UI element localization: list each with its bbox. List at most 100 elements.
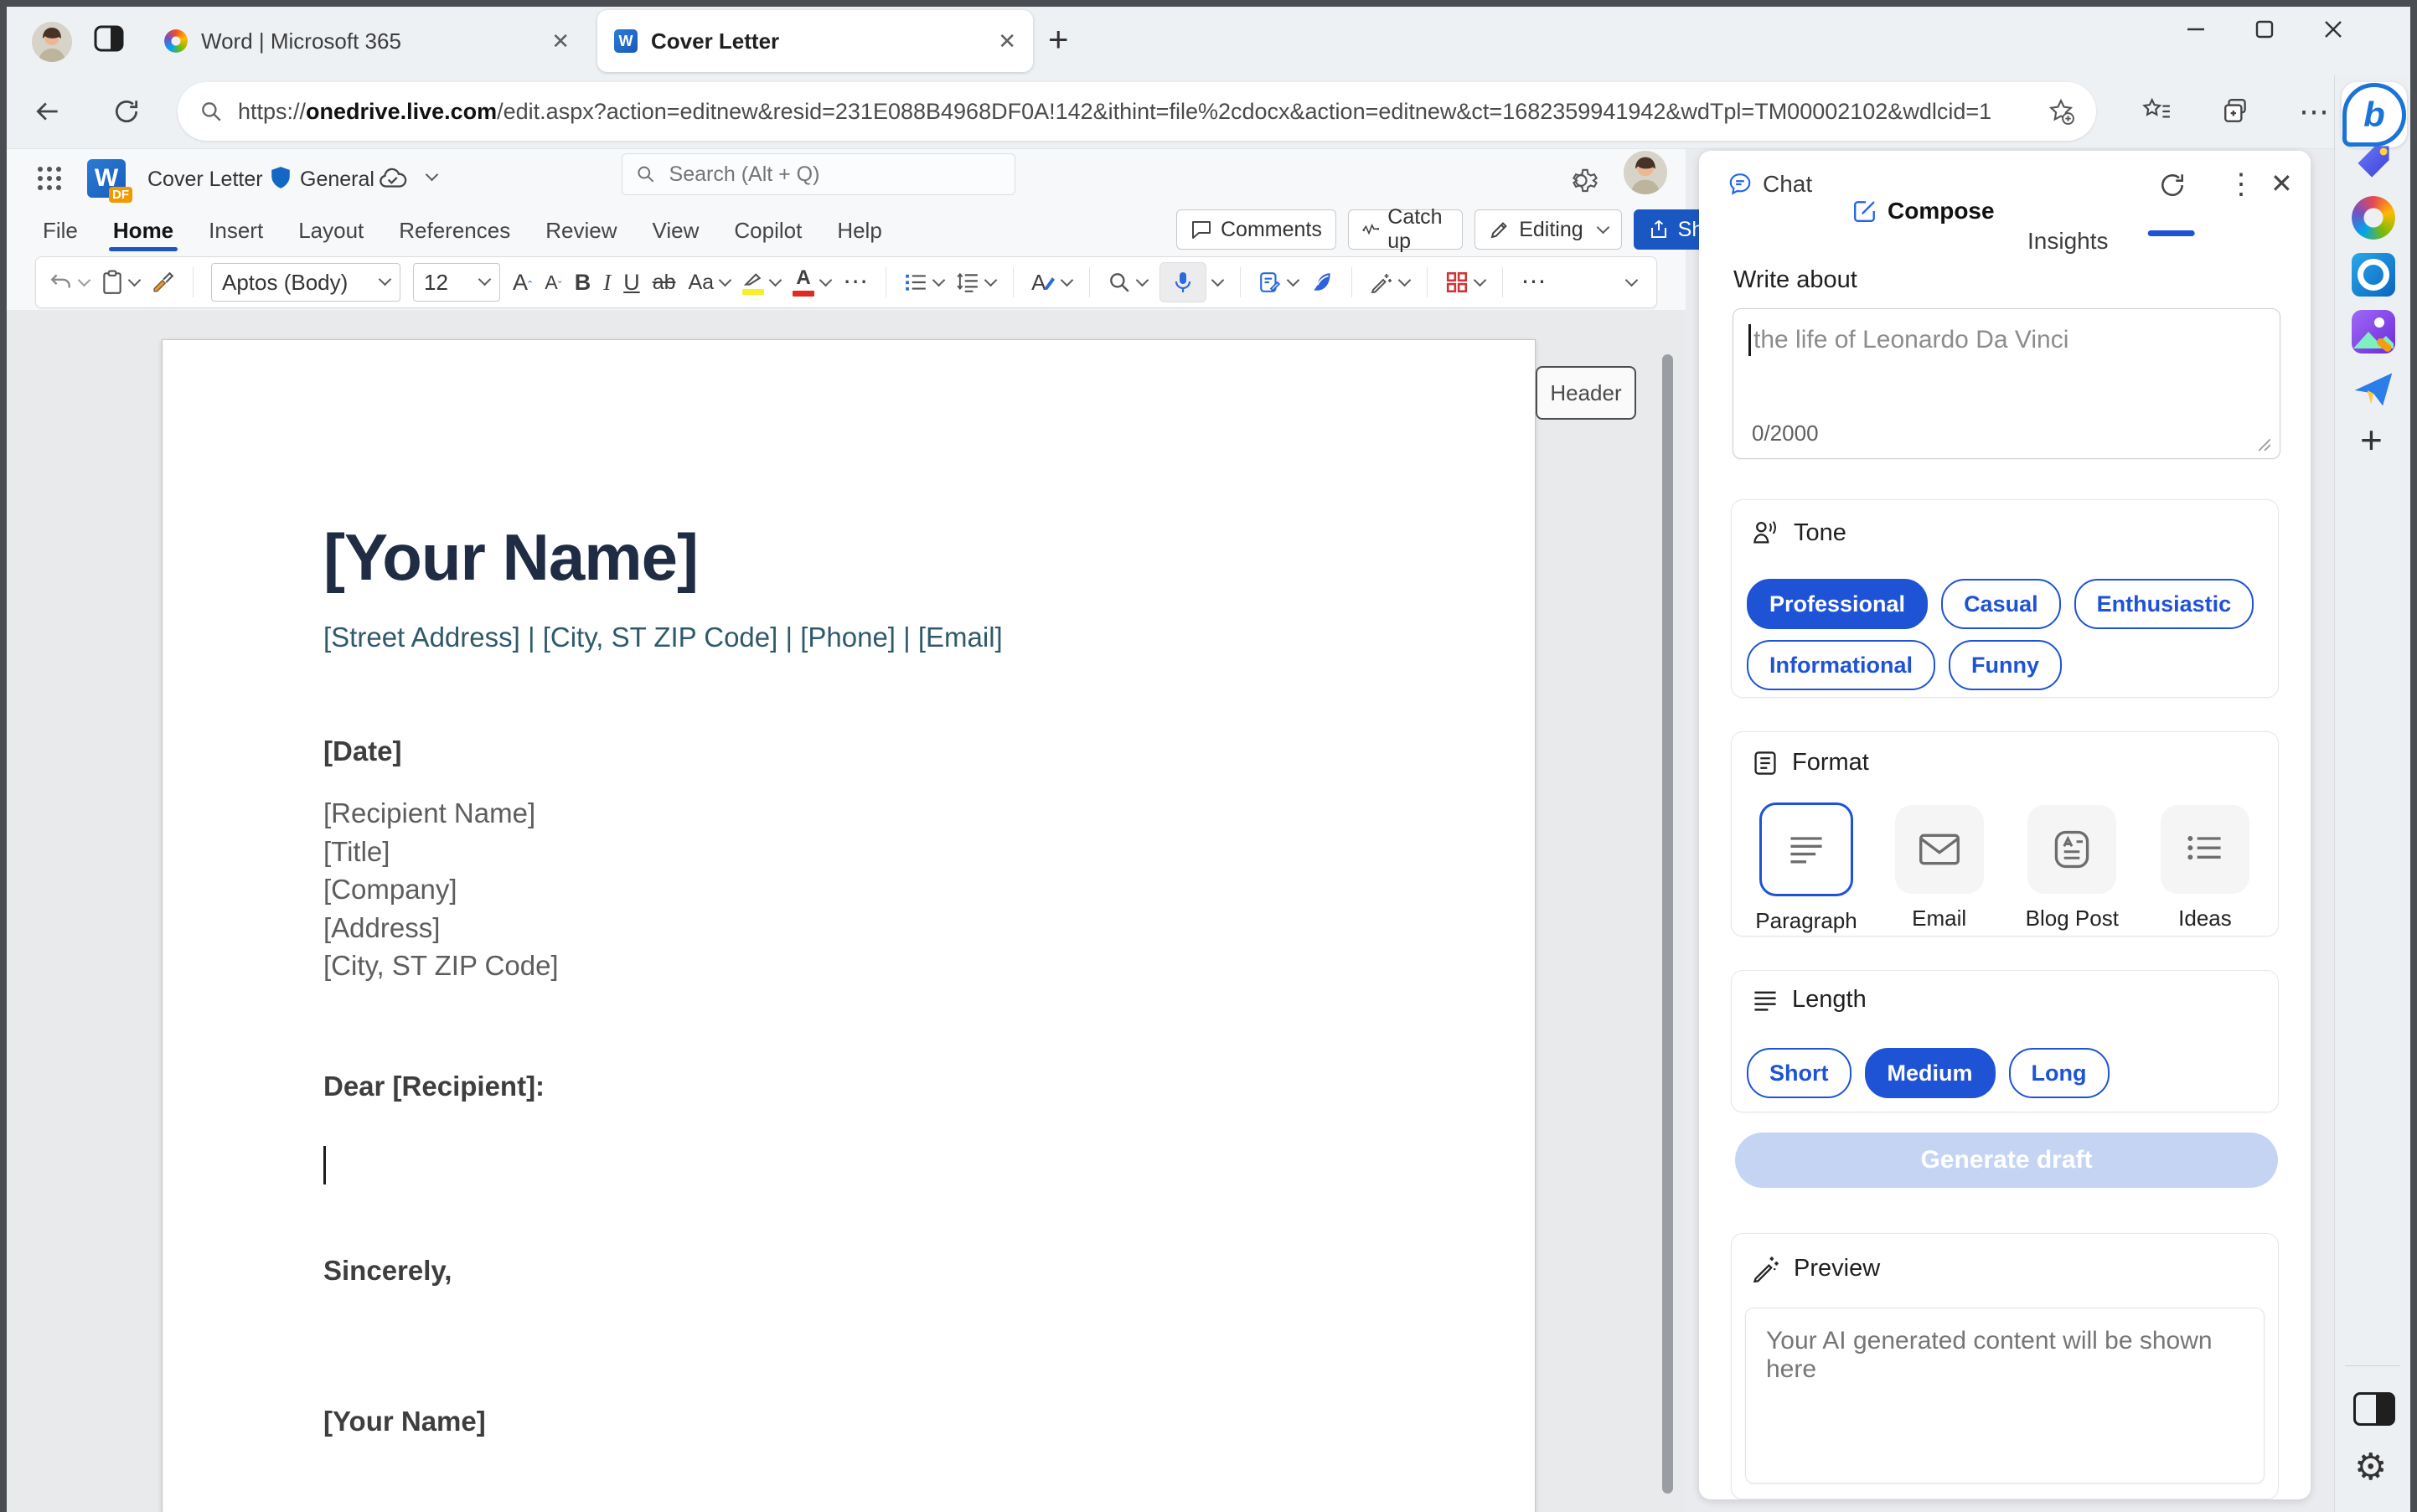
italic-button[interactable]: I [603, 271, 611, 294]
tab-cover-letter[interactable]: W Cover Letter ✕ [597, 10, 1033, 72]
tone-casual[interactable]: Casual [1941, 579, 2061, 629]
add-sidebar-app-icon[interactable]: + [2360, 421, 2383, 459]
menu-references[interactable]: References [381, 211, 528, 250]
resize-handle-icon[interactable] [2256, 436, 2271, 452]
app-launcher-icon[interactable] [35, 164, 64, 193]
save-status-chevron-icon[interactable] [425, 168, 439, 182]
header-region-chip[interactable]: Header [1536, 366, 1636, 420]
new-tab-button[interactable]: + [1048, 22, 1069, 57]
close-panel-icon[interactable]: ✕ [2270, 168, 2293, 199]
refresh-panel-icon[interactable] [2158, 171, 2187, 199]
tab-chat[interactable]: Chat [1728, 171, 2311, 198]
length-medium[interactable]: Medium [1864, 1048, 1996, 1098]
outlook-icon[interactable] [2352, 253, 2395, 297]
autoformat-pen-button[interactable] [1370, 271, 1412, 293]
drop-icon[interactable] [2352, 367, 2395, 410]
underline-button[interactable]: U [623, 271, 640, 294]
format-email[interactable]: Email [1877, 805, 2002, 931]
url-text[interactable]: https://onedrive.live.com/edit.aspx?acti… [238, 99, 2036, 125]
refresh-icon[interactable] [112, 97, 141, 126]
menu-home[interactable]: Home [96, 211, 191, 251]
strikethrough-button[interactable]: ab [653, 271, 676, 293]
menu-review[interactable]: Review [528, 211, 634, 250]
collapse-ribbon-icon[interactable] [1624, 273, 1639, 287]
styles-button[interactable]: A [1031, 271, 1074, 293]
tab-insights[interactable]: Insights [2027, 228, 2311, 255]
account-avatar[interactable] [1624, 151, 1667, 194]
tone-informational[interactable]: Informational [1747, 640, 1936, 690]
word-search-box[interactable] [622, 153, 1015, 195]
word-settings-gear-icon[interactable] [1568, 164, 1602, 198]
image-creator-icon[interactable] [2352, 310, 2395, 353]
doc-date[interactable]: [Date] [323, 735, 402, 767]
generate-draft-button[interactable]: Generate draft [1735, 1133, 2278, 1188]
doc-recipient-company[interactable]: [Company] [323, 874, 457, 906]
format-ideas[interactable]: Ideas [2142, 805, 2268, 931]
menu-copilot[interactable]: Copilot [716, 211, 819, 250]
sidebar-toggle-icon[interactable] [2353, 1392, 2395, 1426]
shrink-font-button[interactable]: Aˇ [545, 272, 561, 292]
format-blog-post[interactable]: Blog Post [2009, 805, 2135, 931]
maximize-icon[interactable] [2254, 18, 2275, 40]
font-color-button[interactable]: A [793, 268, 833, 297]
font-name-select[interactable]: Aptos (Body) [211, 263, 400, 302]
bing-chat-icon[interactable]: b [2342, 82, 2407, 147]
doc-salutation[interactable]: Dear [Recipient]: [323, 1071, 545, 1102]
format-paragraph[interactable]: Paragraph [1743, 802, 1869, 934]
doc-recipient-name[interactable]: [Recipient Name] [323, 797, 535, 829]
menu-view[interactable]: View [634, 211, 716, 250]
add-favorite-icon[interactable] [2048, 98, 2074, 125]
bullet-list-button[interactable] [904, 271, 946, 293]
search-input[interactable] [667, 161, 1001, 188]
dictate-button[interactable] [1159, 262, 1225, 302]
length-short[interactable]: Short [1747, 1048, 1851, 1098]
comments-button[interactable]: Comments [1176, 209, 1336, 250]
minimize-icon[interactable] [2185, 18, 2207, 40]
tone-enthusiastic[interactable]: Enthusiastic [2074, 579, 2254, 629]
shopping-icon[interactable] [2352, 140, 2395, 183]
menu-layout[interactable]: Layout [281, 211, 381, 250]
favorites-icon[interactable] [2141, 97, 2172, 126]
catch-up-button[interactable]: Catch up [1347, 205, 1464, 253]
designer-button[interactable] [1445, 271, 1487, 294]
copilot-rewrite-button[interactable] [1258, 271, 1300, 294]
more-toolbar-options-icon[interactable]: ⋯ [1521, 270, 1546, 295]
bold-button[interactable]: B [575, 271, 591, 294]
tab-compose[interactable]: Compose [1852, 198, 2311, 224]
browser-profile-avatar[interactable] [32, 22, 72, 62]
close-window-icon[interactable] [2322, 18, 2344, 40]
tone-funny[interactable]: Funny [1949, 640, 2063, 690]
doc-name-heading[interactable]: [Your Name] [323, 519, 699, 596]
sensitivity-label[interactable]: General [300, 168, 374, 192]
paste-button[interactable] [101, 270, 142, 295]
font-size-select[interactable]: 12 [413, 263, 500, 302]
change-case-button[interactable]: Aa [689, 271, 732, 293]
save-status-cloud-icon[interactable] [377, 166, 409, 191]
tab-close-icon[interactable]: ✕ [551, 30, 570, 52]
document-title[interactable]: Cover Letter [147, 168, 263, 192]
doc-contact-line[interactable]: [Street Address] | [City, ST ZIP Code] |… [323, 622, 1003, 653]
tab-word-microsoft-365[interactable]: Word | Microsoft 365 ✕ [149, 12, 585, 70]
collections-icon[interactable] [2222, 97, 2250, 126]
grow-font-button[interactable]: Aˆ [513, 271, 532, 294]
editing-mode-button[interactable]: Editing [1474, 209, 1622, 250]
menu-file[interactable]: File [25, 211, 96, 250]
doc-closing[interactable]: Sincerely, [323, 1255, 452, 1287]
address-bar[interactable]: https://onedrive.live.com/edit.aspx?acti… [178, 82, 2096, 141]
settings-more-icon[interactable]: ⋯ [2299, 94, 2331, 129]
document-page[interactable]: [Your Name] [Street Address] | [City, ST… [162, 339, 1536, 1512]
doc-recipient-address[interactable]: [Address] [323, 912, 440, 944]
tone-professional[interactable]: Professional [1747, 579, 1929, 629]
line-spacing-button[interactable] [956, 271, 998, 293]
document-scrollbar[interactable] [1662, 354, 1673, 1494]
menu-help[interactable]: Help [819, 211, 899, 250]
microsoft-365-icon[interactable] [2352, 196, 2395, 240]
menu-insert[interactable]: Insert [191, 211, 281, 250]
undo-button[interactable] [49, 271, 91, 293]
format-painter-button[interactable] [152, 271, 175, 294]
doc-recipient-city[interactable]: [City, ST ZIP Code] [323, 950, 559, 982]
panel-more-icon[interactable]: ⋮ [2227, 168, 2255, 201]
length-long[interactable]: Long [2008, 1048, 2110, 1098]
back-icon[interactable] [34, 97, 62, 126]
tab-close-icon[interactable]: ✕ [998, 30, 1016, 52]
